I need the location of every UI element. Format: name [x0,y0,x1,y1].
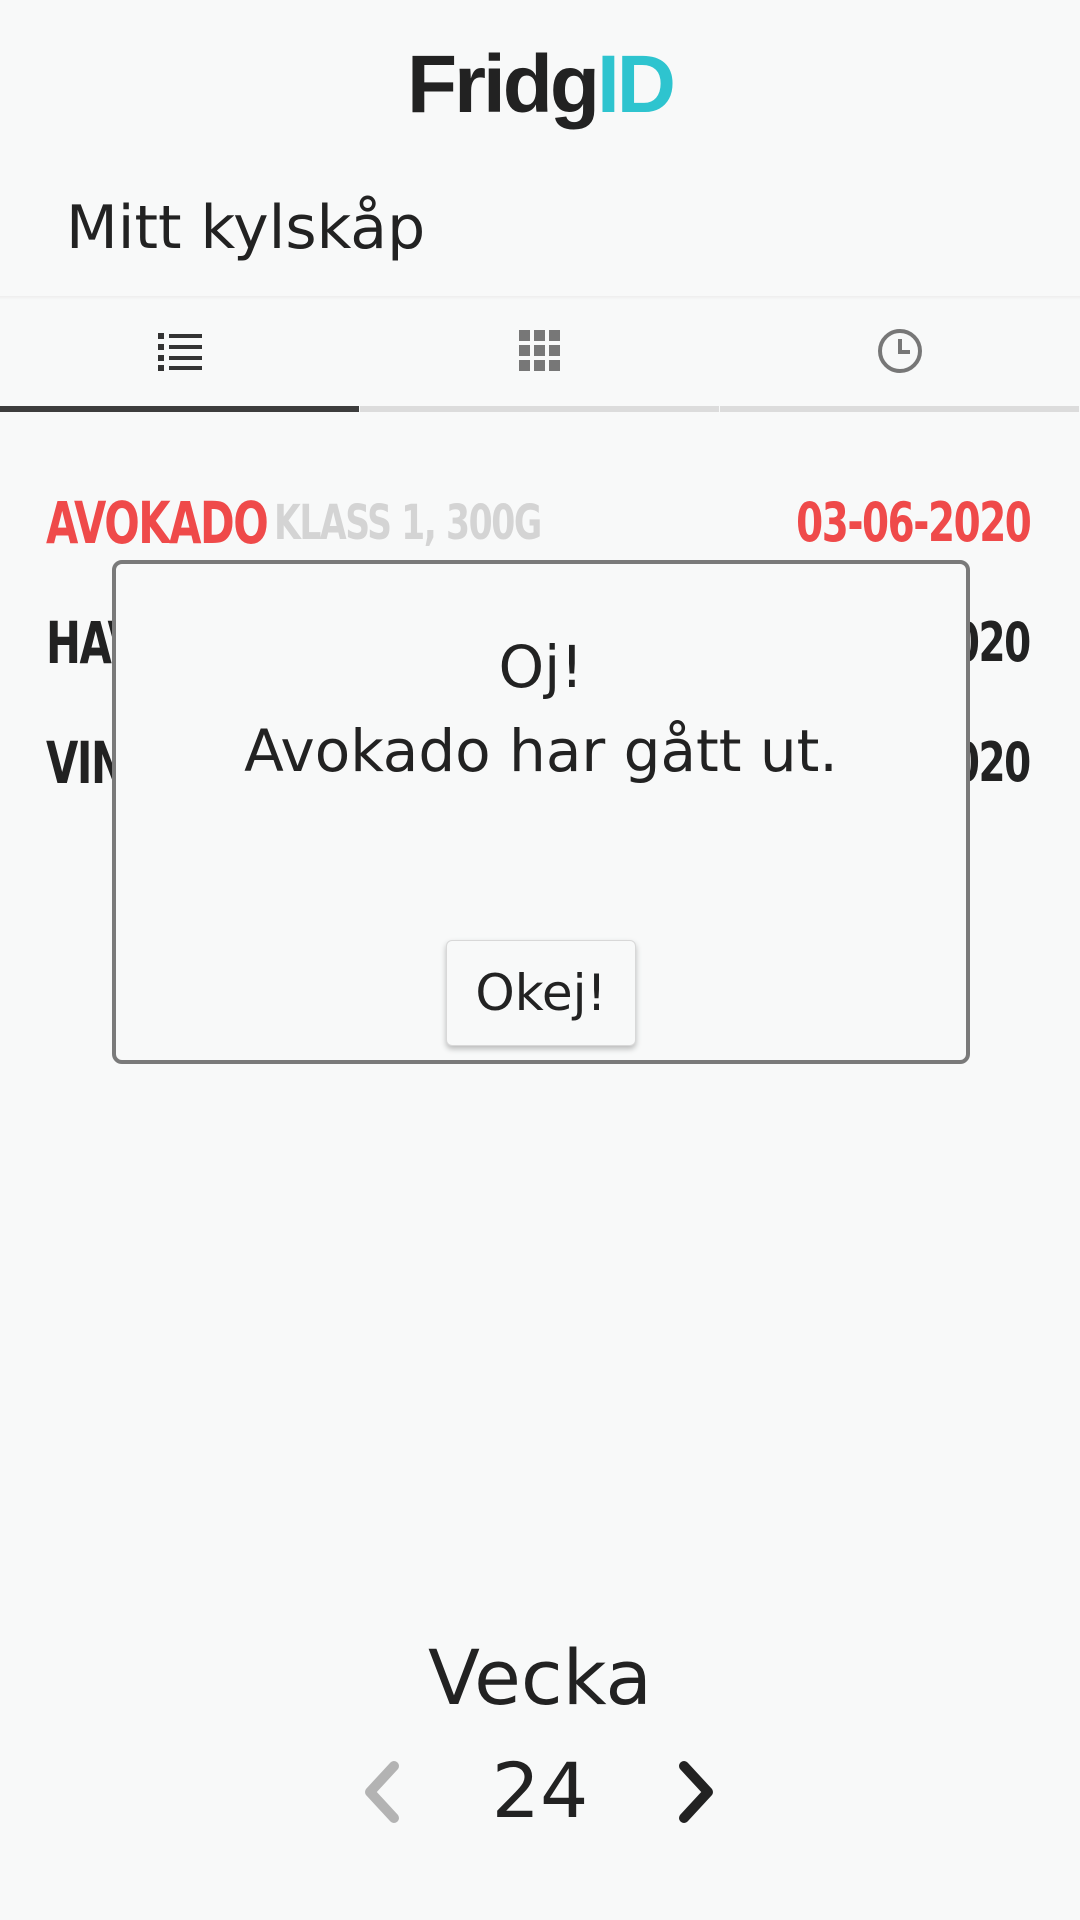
grid-icon [519,330,560,371]
app-logo: FridgID [0,44,1080,126]
week-number: 24 [491,1746,589,1835]
chevron-right-icon[interactable] [672,1760,722,1824]
okay-button[interactable]: Okej! [446,940,636,1046]
item-date: 03-06-2020 [795,491,1032,554]
expired-dialog: Oj! Avokado har gått ut. Okej! [112,560,970,1064]
item-name: AVOKADO [46,489,269,557]
tab-history[interactable] [720,300,1080,412]
logo-text-id: ID [596,39,676,130]
dialog-title: Oj! [498,633,584,701]
page-title: Mitt kylskåp [66,193,426,263]
clock-icon [878,329,922,373]
logo-text-fridg: Fridg [407,39,600,130]
view-tabs [0,300,1080,412]
item-detail: KLASS 1, 300G [274,495,542,551]
week-label: Vecka [428,1633,652,1722]
list-item[interactable]: AVOKADO KLASS 1, 300G 03-06-2020 [46,488,1032,558]
tab-list[interactable] [0,300,360,412]
list-icon [158,333,202,371]
dialog-message: Avokado har gått ut. [244,717,838,785]
week-navigator: 24 [0,1746,1080,1836]
tab-grid[interactable] [360,300,720,412]
